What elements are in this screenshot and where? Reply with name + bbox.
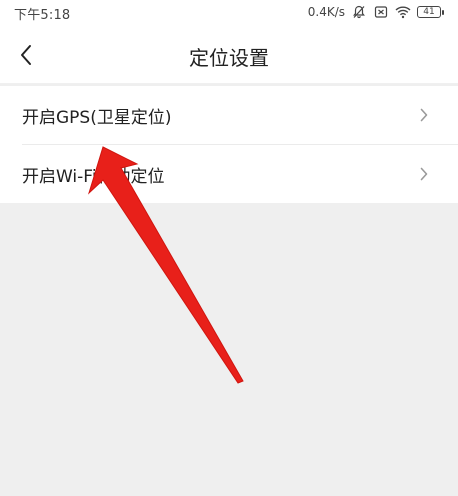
menu-item-wifi-assist[interactable]: 开启Wi-Fi辅助定位 — [22, 144, 458, 203]
battery-icon: 41 — [417, 5, 444, 19]
status-time: 下午5:18 — [14, 8, 71, 23]
nav-bar: 定位设置 — [0, 28, 458, 84]
page-title: 定位设置 — [189, 46, 269, 70]
settings-list: 开启GPS(卫星定位) 开启Wi-Fi辅助定位 — [0, 86, 458, 203]
chevron-right-icon — [416, 166, 432, 182]
bell-off-icon — [351, 4, 367, 20]
status-bar: 下午5:18 0.4K/s 41 — [0, 0, 458, 28]
sim-icon — [373, 4, 389, 20]
chevron-right-icon — [416, 107, 432, 123]
battery-level: 41 — [417, 6, 441, 18]
network-speed: 0.4K/s — [307, 5, 345, 19]
menu-item-label: 开启GPS(卫星定位) — [22, 107, 172, 128]
wifi-icon — [395, 4, 411, 20]
status-icons: 0.4K/s 41 — [308, 4, 444, 20]
menu-item-label: 开启Wi-Fi辅助定位 — [22, 166, 165, 187]
menu-item-gps[interactable]: 开启GPS(卫星定位) — [0, 86, 458, 144]
